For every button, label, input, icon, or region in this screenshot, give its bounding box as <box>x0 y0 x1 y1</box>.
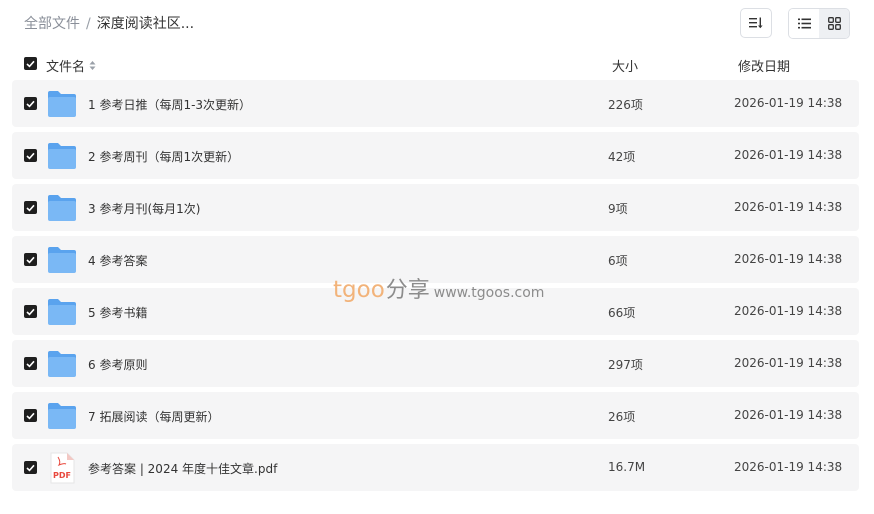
check-icon <box>26 100 35 108</box>
top-bar: 全部文件 / 深度阅读社区... <box>0 0 874 48</box>
file-row[interactable]: 6 参考原则 297项 2026-01-19 14:38 <box>12 340 859 387</box>
folder-icon <box>48 351 76 377</box>
file-row[interactable]: 3 参考月刊(每月1次) 9项 2026-01-19 14:38 <box>12 184 859 231</box>
grid-view-button[interactable] <box>819 9 849 38</box>
file-row[interactable]: 5 参考书籍 66项 2026-01-19 14:38 <box>12 288 859 335</box>
file-name[interactable]: 7 拓展阅读（每周更新） <box>88 408 219 425</box>
check-icon <box>26 360 35 368</box>
row-checkbox[interactable] <box>24 149 37 162</box>
row-checkbox[interactable] <box>24 357 37 370</box>
file-date: 2026-01-19 14:38 <box>734 96 843 110</box>
sort-button[interactable] <box>740 8 772 38</box>
view-toggle <box>788 8 850 39</box>
file-date: 2026-01-19 14:38 <box>734 460 843 474</box>
pdf-file-icon: PDF <box>50 452 75 484</box>
check-icon <box>26 256 35 264</box>
folder-icon <box>48 299 76 325</box>
file-date: 2026-01-19 14:38 <box>734 148 843 162</box>
select-all-checkbox[interactable] <box>24 57 37 70</box>
file-date: 2026-01-19 14:38 <box>734 304 843 318</box>
row-checkbox[interactable] <box>24 409 37 422</box>
file-date: 2026-01-19 14:38 <box>734 408 843 422</box>
file-size: 42项 <box>608 150 636 164</box>
pdf-icon-label: PDF <box>53 471 71 480</box>
file-size: 16.7M <box>608 460 646 474</box>
file-row[interactable]: 1 参考日推（每周1-3次更新） 226项 2026-01-19 14:38 <box>12 80 859 127</box>
sort-icon <box>749 17 763 29</box>
column-header-name[interactable]: 文件名 <box>46 56 96 75</box>
file-name[interactable]: 2 参考周刊（每周1次更新） <box>88 148 239 165</box>
file-row[interactable]: 4 参考答案 6项 2026-01-19 14:38 <box>12 236 859 283</box>
check-icon <box>26 152 35 160</box>
breadcrumb-current: 深度阅读社区... <box>96 16 195 32</box>
breadcrumb: 全部文件 / 深度阅读社区... <box>24 15 194 33</box>
file-list: 1 参考日推（每周1-3次更新） 226项 2026-01-19 14:38 2… <box>12 80 859 496</box>
file-date: 2026-01-19 14:38 <box>734 200 843 214</box>
row-checkbox[interactable] <box>24 305 37 318</box>
check-icon <box>26 464 35 472</box>
file-size: 26项 <box>608 410 636 424</box>
file-size: 226项 <box>608 98 643 112</box>
file-row[interactable]: PDF 参考答案 | 2024 年度十佳文章.pdf 16.7M 2026-01… <box>12 444 859 491</box>
list-header: 文件名 大小 修改日期 <box>12 52 859 76</box>
sort-caret-icon <box>89 60 96 71</box>
column-header-name-label: 文件名 <box>46 60 86 75</box>
file-name[interactable]: 1 参考日推（每周1-3次更新） <box>88 96 251 113</box>
file-size: 9项 <box>608 202 628 216</box>
column-header-date[interactable]: 修改日期 <box>738 56 790 75</box>
folder-icon <box>48 247 76 273</box>
list-view-icon <box>797 18 811 29</box>
file-date: 2026-01-19 14:38 <box>734 356 843 370</box>
row-checkbox[interactable] <box>24 201 37 214</box>
folder-icon <box>48 91 76 117</box>
column-header-size[interactable]: 大小 <box>612 56 638 75</box>
row-checkbox[interactable] <box>24 97 37 110</box>
breadcrumb-root-link[interactable]: 全部文件 <box>24 15 80 33</box>
file-size: 66项 <box>608 306 636 320</box>
file-name[interactable]: 3 参考月刊(每月1次) <box>88 200 200 217</box>
check-icon <box>26 204 35 212</box>
folder-icon <box>48 195 76 221</box>
file-name[interactable]: 5 参考书籍 <box>88 304 147 321</box>
file-row[interactable]: 2 参考周刊（每周1次更新） 42项 2026-01-19 14:38 <box>12 132 859 179</box>
file-row[interactable]: 7 拓展阅读（每周更新） 26项 2026-01-19 14:38 <box>12 392 859 439</box>
row-checkbox[interactable] <box>24 461 37 474</box>
list-view-button[interactable] <box>789 9 819 38</box>
grid-view-icon <box>827 17 841 30</box>
file-size: 6项 <box>608 254 628 268</box>
file-size: 297项 <box>608 358 643 372</box>
check-icon <box>26 308 35 316</box>
breadcrumb-separator: / <box>86 16 91 32</box>
file-name[interactable]: 6 参考原则 <box>88 356 147 373</box>
folder-icon <box>48 143 76 169</box>
folder-icon <box>48 403 76 429</box>
file-name[interactable]: 参考答案 | 2024 年度十佳文章.pdf <box>88 460 277 477</box>
file-name[interactable]: 4 参考答案 <box>88 252 147 269</box>
file-date: 2026-01-19 14:38 <box>734 252 843 266</box>
row-checkbox[interactable] <box>24 253 37 266</box>
check-icon <box>26 412 35 420</box>
check-icon <box>26 60 35 68</box>
